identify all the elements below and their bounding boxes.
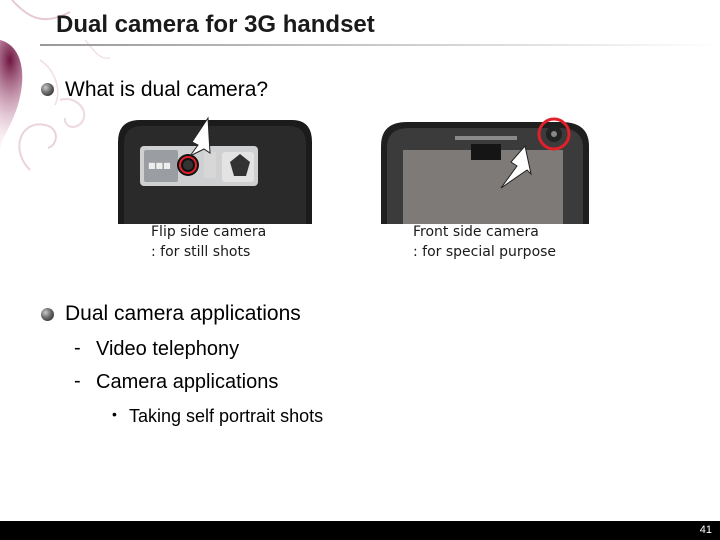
front-side-phone-image xyxy=(377,116,593,224)
dot-marker: • xyxy=(112,406,117,422)
caption-flip-side-camera: Flip side camera : for still shots xyxy=(151,222,266,262)
bullet-icon xyxy=(41,308,54,321)
caption-flip-line1: Flip side camera xyxy=(151,224,267,240)
svg-text:■■■: ■■■ xyxy=(148,161,171,170)
sub-item-camera-applications: Camera applications xyxy=(96,371,279,393)
caption-front-line1: Front side camera xyxy=(413,224,539,240)
dash-marker: - xyxy=(74,337,81,359)
sub-item-video-telephony: Video telephony xyxy=(96,338,240,360)
bullet-dual-camera-applications: Dual camera applications xyxy=(65,302,301,325)
caption-front-line2: : for special purpose xyxy=(413,244,557,260)
dash-marker: - xyxy=(74,370,81,392)
slide: Dual camera for 3G handset What is dual … xyxy=(0,0,720,540)
caption-front-side-camera: Front side camera : for special purpose xyxy=(413,222,556,262)
slide-title: Dual camera for 3G handset xyxy=(56,11,375,38)
caption-flip-line2: : for still shots xyxy=(151,244,251,260)
flip-side-phone-image: ■■■ xyxy=(112,116,316,224)
sub-sub-item-self-portrait: Taking self portrait shots xyxy=(129,406,324,426)
footer-bar: 41 xyxy=(0,521,720,540)
title-divider xyxy=(40,44,720,46)
bullet-icon xyxy=(41,83,54,96)
page-number: 41 xyxy=(699,524,712,536)
bullet-what-is-dual-camera: What is dual camera? xyxy=(65,78,269,101)
